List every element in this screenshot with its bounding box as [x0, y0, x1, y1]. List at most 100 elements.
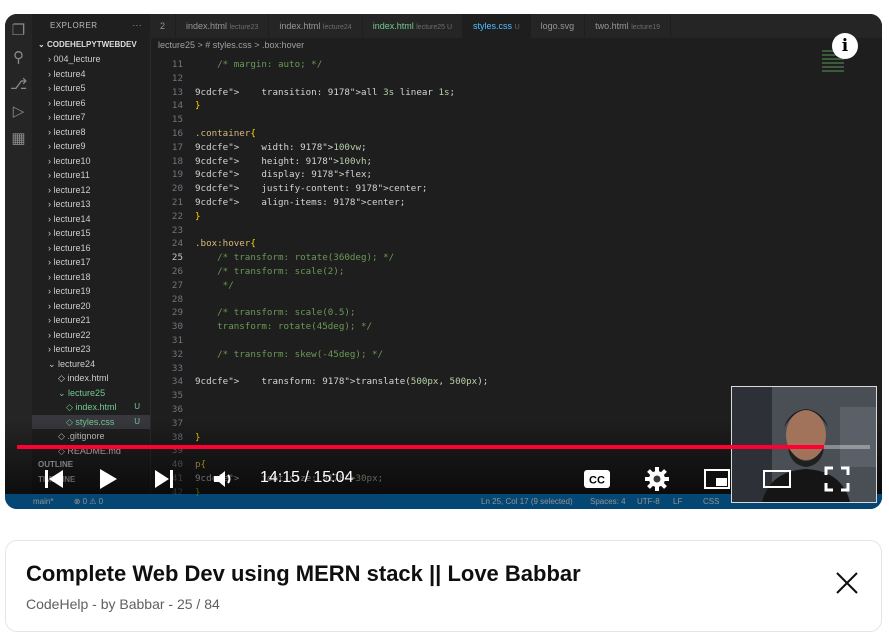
code-line[interactable]: 15	[150, 113, 870, 127]
settings-button[interactable]	[640, 459, 674, 499]
tree-item[interactable]: ⌄ lecture24	[32, 357, 150, 372]
tree-item[interactable]: › lecture21	[32, 313, 150, 328]
code-line[interactable]: 16 .container{	[150, 127, 870, 141]
explorer-title: EXPLORER	[50, 21, 98, 30]
info-button[interactable]: i	[832, 33, 858, 59]
video-title[interactable]: Complete Web Dev using MERN stack || Lov…	[26, 561, 581, 587]
tree-item[interactable]: › lecture5	[32, 81, 150, 96]
code-line[interactable]: 22}	[150, 210, 870, 224]
line-number: 17	[171, 141, 183, 153]
editor-tab[interactable]: index.html lecture25 U	[363, 14, 464, 38]
code-line[interactable]: 13 9cdcfe"> transition: 9178">all 3s line…	[150, 86, 870, 100]
close-button[interactable]	[833, 569, 861, 597]
tree-item[interactable]: › lecture16	[32, 241, 150, 256]
code-line[interactable]: 14}	[150, 99, 870, 113]
search-icon[interactable]: ⚲	[10, 49, 27, 66]
code-line[interactable]: 26 /* transform: scale(2);	[150, 265, 870, 279]
tree-item-label: lecture11	[53, 170, 90, 180]
tree-item[interactable]: › lecture15	[32, 226, 150, 241]
tree-item[interactable]: › lecture18	[32, 270, 150, 285]
fullscreen-icon	[824, 466, 850, 492]
play-button[interactable]	[93, 459, 123, 499]
tree-item[interactable]: › lecture10	[32, 154, 150, 169]
video-player[interactable]: ❐ ⚲ ⎇ ▷ ▦ EXPLORER ··· ⌄ CODEHELPYTWEBDE…	[5, 14, 882, 509]
tree-item[interactable]: › lecture19	[32, 284, 150, 299]
tab-directory: lecture23	[229, 24, 259, 31]
tree-item[interactable]: ⌄ lecture25	[32, 386, 150, 401]
tree-item[interactable]: › lecture11	[32, 168, 150, 183]
fullscreen-button[interactable]	[820, 459, 854, 499]
tree-item[interactable]: › 004_lecture	[32, 52, 150, 67]
code-line[interactable]: 11 /* margin: auto; */	[150, 58, 870, 72]
tree-item[interactable]: › lecture9	[32, 139, 150, 154]
extensions-icon[interactable]: ▦	[10, 130, 27, 147]
code-line[interactable]: 29 /* transform: scale(0.5);	[150, 306, 870, 320]
play-icon	[100, 469, 117, 489]
tree-item[interactable]: › lecture7	[32, 110, 150, 125]
tree-item-label: index.html	[67, 373, 109, 383]
tree-item[interactable]: ◇ index.html	[32, 371, 150, 386]
run-debug-icon[interactable]: ▷	[10, 103, 27, 120]
code-line[interactable]: 32 /* transform: skew(-45deg); */	[150, 348, 870, 362]
code-line[interactable]: 17 9cdcfe"> width: 9178">100vw;	[150, 141, 870, 155]
code-line[interactable]: 33	[150, 362, 870, 376]
editor-tab[interactable]: index.html lecture24	[269, 14, 363, 38]
code-line[interactable]: 31	[150, 334, 870, 348]
tree-item[interactable]: › lecture22	[32, 328, 150, 343]
mute-button[interactable]	[208, 459, 238, 499]
tree-item[interactable]: › lecture17	[32, 255, 150, 270]
line-number: 24	[171, 238, 183, 250]
progress-bar[interactable]	[17, 445, 870, 449]
code-line[interactable]: 28	[150, 293, 870, 307]
line-number: 33	[171, 362, 183, 374]
code-line[interactable]: 12	[150, 72, 870, 86]
code-line[interactable]: 20 9cdcfe"> justify-content: 9178">center…	[150, 182, 870, 196]
code-line[interactable]: 24 .box:hover{	[150, 237, 870, 251]
tab-filename: logo.svg	[540, 21, 575, 31]
editor-tab[interactable]: two.html lecture19	[585, 14, 671, 38]
next-button[interactable]	[149, 459, 179, 499]
line-number: 32	[171, 348, 183, 360]
code-line[interactable]: 18 9cdcfe"> height: 9178">100vh;	[150, 155, 870, 169]
line-number: 22	[171, 210, 183, 222]
tree-item-label: lecture20	[53, 300, 91, 311]
code-line[interactable]: 23	[150, 224, 870, 238]
channel-playlist-info[interactable]: CodeHelp - by Babbar - 25 / 84	[26, 596, 220, 612]
editor-tab[interactable]: index.html lecture23	[176, 14, 270, 38]
more-actions-icon[interactable]: ···	[133, 14, 143, 38]
code-line[interactable]: 30 transform: rotate(45deg); */	[150, 320, 870, 334]
code-text: /* transform: rotate(360deg); */	[195, 252, 395, 264]
tab-filename: two.html	[595, 21, 629, 31]
tree-item[interactable]: › lecture13	[32, 197, 150, 212]
code-line[interactable]: 27 */	[150, 279, 870, 293]
previous-button[interactable]	[39, 459, 69, 499]
workspace-root[interactable]: ⌄ CODEHELPYTWEBDEV	[32, 38, 150, 52]
line-number: 25	[171, 252, 183, 264]
tree-item[interactable]: › lecture23	[32, 342, 150, 357]
line-number: 35	[171, 390, 183, 402]
theater-mode-button[interactable]	[760, 459, 794, 499]
tree-item[interactable]: › lecture8	[32, 125, 150, 140]
video-info-card: Complete Web Dev using MERN stack || Lov…	[5, 540, 882, 632]
tree-item[interactable]: › lecture20	[32, 299, 150, 314]
code-line[interactable]: 19 9cdcfe"> display: 9178">flex;	[150, 168, 870, 182]
tree-item-label: lecture14	[53, 213, 91, 224]
miniplayer-button[interactable]	[700, 459, 734, 499]
line-number: 13	[171, 86, 183, 98]
file-icon: ◇	[66, 402, 76, 412]
tree-item[interactable]: › lecture6	[32, 96, 150, 111]
captions-button[interactable]: CC	[580, 459, 614, 499]
tree-item[interactable]: ◇ index.html U	[32, 400, 150, 415]
files-icon[interactable]: ❐	[10, 22, 27, 39]
source-control-icon[interactable]: ⎇	[10, 76, 27, 93]
tree-item[interactable]: › lecture12	[32, 183, 150, 198]
editor-tab[interactable]: styles.css U	[463, 14, 531, 38]
editor-tab[interactable]: logo.svg	[531, 14, 586, 38]
tree-item[interactable]: › lecture14	[32, 212, 150, 227]
code-line[interactable]: 25 /* transform: rotate(360deg); */	[150, 251, 870, 265]
code-text: /* transform: scale(2);	[195, 265, 345, 277]
editor-tab[interactable]: 2	[150, 14, 177, 38]
tree-item[interactable]: › lecture4	[32, 67, 150, 82]
code-line[interactable]: 21 9cdcfe"> align-items: 9178">center;	[150, 196, 870, 210]
chevron-icon: ⌄	[58, 387, 69, 398]
